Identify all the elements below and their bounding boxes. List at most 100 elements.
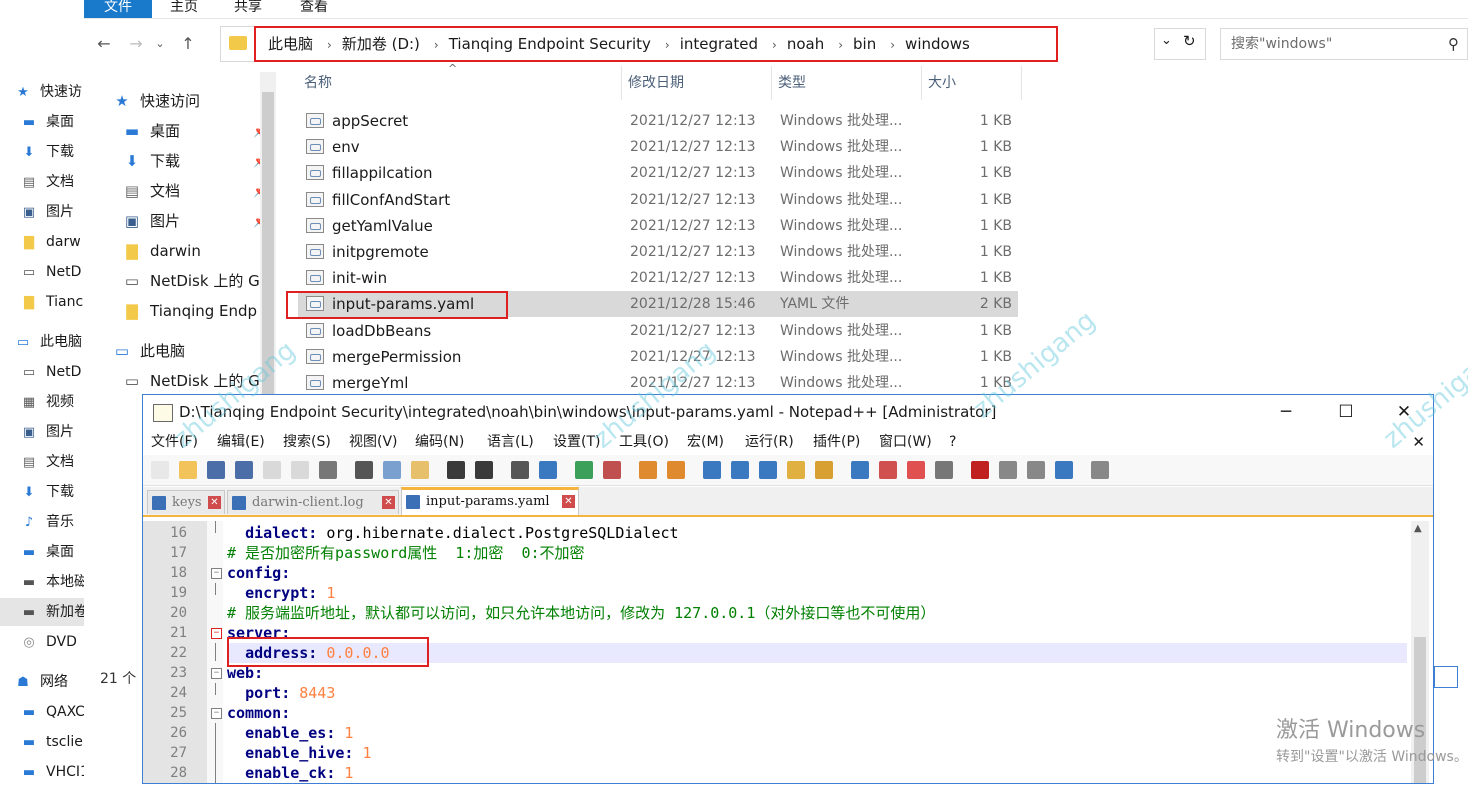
bg-nav-item[interactable]: ▭ NetD — [0, 358, 84, 386]
play-macro-icon[interactable] — [1027, 461, 1045, 479]
column-header-type[interactable]: 类型 — [772, 66, 922, 100]
open-file-icon[interactable] — [179, 461, 197, 479]
all-chars-icon[interactable] — [731, 461, 749, 479]
paste-icon[interactable] — [411, 461, 429, 479]
record-macro-icon[interactable] — [971, 461, 989, 479]
bg-nav-item[interactable]: ▬ 本地磁 — [0, 568, 84, 596]
bg-nav-item[interactable]: ▦ 视频 — [0, 388, 84, 416]
close-file-icon[interactable] — [263, 461, 281, 479]
npp-menu-item[interactable]: 语言(L) — [487, 429, 534, 455]
file-row[interactable]: init-win 2021/12/27 12:13 Windows 批处理... 1 … — [298, 265, 1018, 291]
bg-nav-item[interactable]: ⬇ 下载 — [0, 478, 84, 506]
fold-toggle-icon[interactable]: − — [211, 628, 222, 639]
bg-nav-item[interactable]: ▬ 桌面 — [0, 538, 84, 566]
nav-item[interactable]: ▣图片📌 — [108, 206, 272, 236]
print-icon[interactable] — [319, 461, 337, 479]
fold-toggle-icon[interactable]: − — [211, 568, 222, 579]
npp-menu-item[interactable]: 视图(V) — [349, 429, 398, 455]
npp-menu-item[interactable]: ? — [949, 429, 956, 455]
breadcrumb-item[interactable]: 新加卷 (D:) — [342, 35, 420, 53]
scroll-up-icon[interactable]: ▲ — [1414, 523, 1422, 534]
cut-icon[interactable] — [355, 461, 373, 479]
details-view-icon[interactable] — [1434, 666, 1458, 688]
file-row[interactable]: loadDbBeans 2021/12/27 12:13 Windows 批处理..… — [298, 318, 1018, 344]
breadcrumb-item[interactable]: windows — [905, 35, 970, 53]
nav-item[interactable]: ▬桌面📌 — [108, 116, 272, 146]
close-tab-icon[interactable]: ✕ — [562, 495, 575, 508]
save-macro-icon[interactable] — [1091, 461, 1109, 479]
breadcrumb-chevron-icon[interactable]: › — [838, 38, 843, 52]
up-arrow-icon[interactable]: ↑ — [176, 32, 200, 56]
breadcrumb-item[interactable]: Tianqing Endpoint Security — [449, 35, 651, 53]
replace-icon[interactable] — [539, 461, 557, 479]
npp-tab[interactable]: darwin-client.log ✕ — [227, 490, 399, 514]
npp-menu-item[interactable]: 搜索(S) — [283, 429, 331, 455]
bg-nav-item[interactable]: ▣ 图片 — [0, 418, 84, 446]
breadcrumb-item[interactable]: bin — [853, 35, 876, 53]
run-macro-icon[interactable] — [1055, 461, 1073, 479]
func-list-icon[interactable] — [851, 461, 869, 479]
nav-item[interactable]: ★ 快速访问 — [108, 86, 262, 116]
bg-nav-item[interactable]: ▭ 此电脑 — [0, 328, 84, 356]
nav-item[interactable]: ▭ 此电脑 — [108, 336, 262, 366]
new-file-icon[interactable] — [151, 461, 169, 479]
back-arrow-icon[interactable]: ← — [92, 32, 116, 56]
stop-macro-icon[interactable] — [999, 461, 1017, 479]
ribbon-tab[interactable]: 文件 — [84, 0, 152, 18]
close-all-icon[interactable] — [291, 461, 309, 479]
nav-item[interactable]: ⬇下载📌 — [108, 146, 272, 176]
bg-nav-item[interactable]: ▤ 文档 — [0, 448, 84, 476]
ribbon-tab[interactable]: 查看 — [286, 0, 342, 18]
bg-nav-item[interactable]: ▬ 桌面 — [0, 108, 84, 136]
npp-menu-item[interactable]: 编码(N) — [415, 429, 464, 455]
maximize-icon[interactable]: ☐ — [1323, 395, 1369, 429]
fold-toggle-icon[interactable]: − — [211, 708, 222, 719]
bg-nav-item[interactable]: ▭ NetD — [0, 258, 84, 286]
column-header-date[interactable]: 修改日期 — [622, 66, 772, 100]
bg-nav-item[interactable]: ◎ DVD — [0, 628, 84, 656]
recent-chevron-icon[interactable]: ⌄ — [148, 32, 172, 56]
copy-icon[interactable] — [383, 461, 401, 479]
file-row[interactable]: getYamlValue 2021/12/27 12:13 Windows 批处理.… — [298, 213, 1018, 239]
nav-item[interactable]: ▇ darwin — [108, 236, 272, 266]
breadcrumb-item[interactable]: 此电脑 — [268, 35, 313, 53]
address-bar[interactable]: 此电脑 › 新加卷 (D:) › Tianqing Endpoint Security ›… — [254, 26, 1058, 62]
bg-nav-item[interactable]: ▬ tsclient — [0, 728, 84, 756]
npp-menu-item[interactable]: 运行(R) — [745, 429, 794, 455]
bg-nav-item[interactable]: ★ 快速访 — [0, 78, 84, 106]
ribbon-tab[interactable]: 共享 — [220, 0, 276, 18]
file-row[interactable]: fillappilcation 2021/12/27 12:13 Windows 批… — [298, 160, 1018, 186]
nav-item[interactable]: ▤文档📌 — [108, 176, 272, 206]
breadcrumb-item[interactable]: noah — [787, 35, 824, 53]
find-icon[interactable] — [511, 461, 529, 479]
npp-menu-item[interactable]: 窗口(W) — [879, 429, 932, 455]
breadcrumb-chevron-icon[interactable]: › — [327, 38, 332, 52]
save-icon[interactable] — [207, 461, 225, 479]
fold-toggle-icon[interactable]: − — [211, 668, 222, 679]
bg-nav-item[interactable]: ▇ Tianc — [0, 288, 84, 316]
save-all-icon[interactable] — [235, 461, 253, 479]
file-row[interactable]: mergePermission 2021/12/27 12:13 Windows 批… — [298, 344, 1018, 370]
udl-icon[interactable] — [787, 461, 805, 479]
breadcrumb-item[interactable]: integrated — [680, 35, 758, 53]
refresh-icon[interactable]: ↻ — [1183, 32, 1196, 50]
undo-icon[interactable] — [447, 461, 465, 479]
chevron-down-icon[interactable]: ⌄ — [1161, 33, 1172, 48]
npp-menu-item[interactable]: 宏(M) — [687, 429, 724, 455]
breadcrumb-chevron-icon[interactable]: › — [890, 38, 895, 52]
minimize-icon[interactable]: ─ — [1263, 395, 1309, 429]
npp-menu-item[interactable]: 编辑(E) — [217, 429, 265, 455]
folder-workspace-icon[interactable] — [879, 461, 897, 479]
npp-tab[interactable]: keys ✕ — [147, 490, 225, 514]
bg-nav-item[interactable]: ▣ 图片 — [0, 198, 84, 226]
eye-icon[interactable] — [935, 461, 953, 479]
indent-guide-icon[interactable] — [759, 461, 777, 479]
monitor-icon[interactable] — [907, 461, 925, 479]
sync-h-icon[interactable] — [667, 461, 685, 479]
zoom-in-icon[interactable] — [575, 461, 593, 479]
forward-arrow-icon[interactable]: → — [124, 32, 148, 56]
file-row[interactable]: env 2021/12/27 12:13 Windows 批处理... 1 KB — [298, 134, 1018, 160]
zoom-out-icon[interactable] — [603, 461, 621, 479]
bg-nav-item[interactable]: ⬇ 下载 — [0, 138, 84, 166]
bg-nav-item[interactable]: ☗ 网络 — [0, 668, 84, 696]
